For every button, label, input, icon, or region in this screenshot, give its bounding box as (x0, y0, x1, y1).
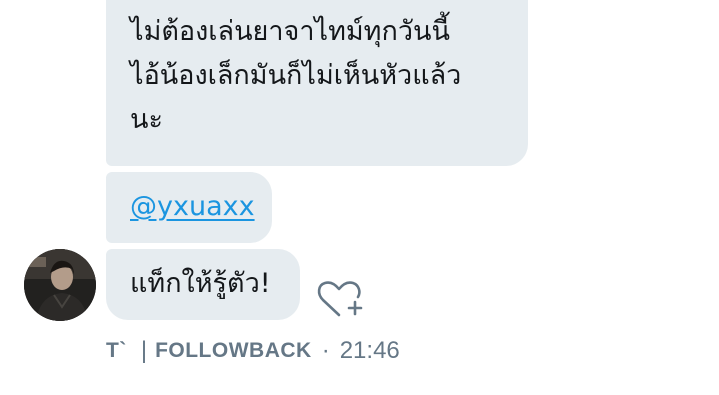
message-line: ไอ้น้องเล็กมันก็ไม่เห็นหัวแล้ว (130, 60, 462, 91)
dot-separator: · (321, 337, 330, 364)
sender-name[interactable]: T` (106, 339, 127, 363)
message-text: แท็กให้รู้ตัว! (130, 268, 271, 299)
name-separator: | (140, 337, 148, 364)
mention-link[interactable]: @yxuaxx (130, 191, 255, 222)
avatar[interactable] (24, 249, 96, 321)
dm-thread: ไม่ต้องเล่นยาจาไทม์ทุกวันนี้ ไอ้น้องเล็ก… (0, 0, 719, 395)
message-bubble[interactable]: @yxuaxx (106, 172, 272, 243)
message-bubble[interactable]: แท็กให้รู้ตัว! (106, 249, 300, 320)
like-button[interactable] (316, 276, 364, 320)
message-line: ไม่ต้องเล่นยาจาไทม์ทุกวันนี้ (130, 16, 450, 47)
heart-plus-icon (317, 281, 363, 317)
message-line: นะ (130, 104, 163, 135)
sender-handle[interactable]: FOLLOWBACK (155, 339, 312, 363)
message-bubble[interactable]: ไม่ต้องเล่นยาจาไทม์ทุกวันนี้ ไอ้น้องเล็ก… (106, 0, 528, 166)
message-meta: T` | FOLLOWBACK · 21:46 (106, 334, 400, 368)
message-time: 21:46 (339, 337, 400, 364)
